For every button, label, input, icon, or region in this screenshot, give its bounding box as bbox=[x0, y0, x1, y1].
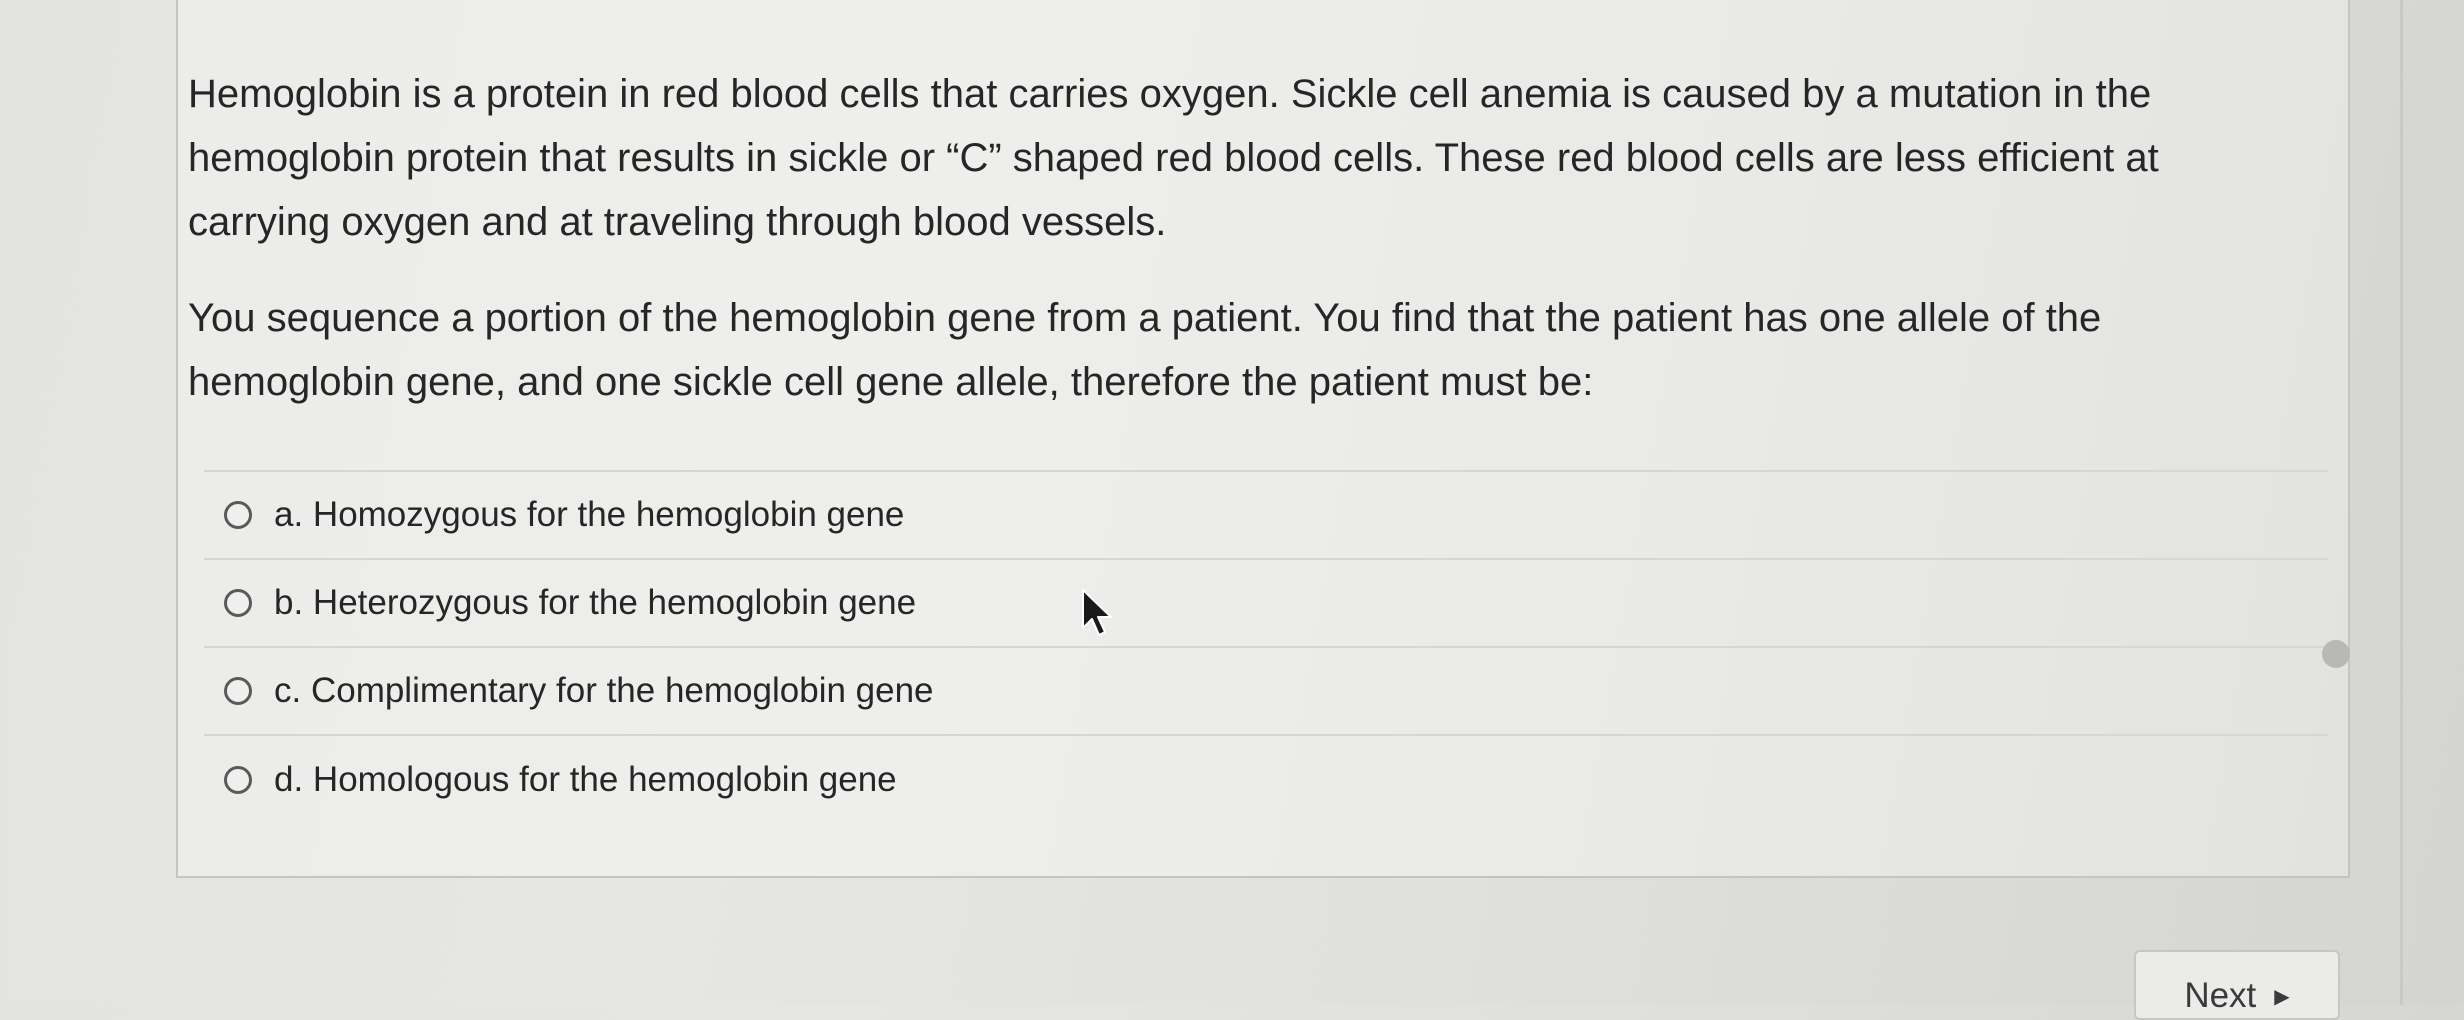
answer-label-a[interactable]: a. Homozygous for the hemoglobin gene bbox=[274, 495, 904, 535]
question-paragraph-2: You sequence a portion of the hemoglobin… bbox=[188, 296, 2102, 404]
next-button-label: Next bbox=[2184, 976, 2257, 1015]
answer-label-b[interactable]: b. Heterozygous for the hemoglobin gene bbox=[274, 583, 916, 623]
answer-label-c[interactable]: c. Complimentary for the hemoglobin gene bbox=[274, 671, 934, 711]
page-edge-divider bbox=[2400, 0, 2403, 1005]
answer-label-d[interactable]: d. Homologous for the hemoglobin gene bbox=[274, 760, 897, 800]
answer-option-c[interactable]: c. Complimentary for the hemoglobin gene bbox=[204, 648, 2328, 736]
answer-option-d[interactable]: d. Homologous for the hemoglobin gene bbox=[204, 736, 2328, 824]
next-button[interactable]: Next ▶ bbox=[2134, 950, 2340, 1020]
scroll-indicator[interactable] bbox=[2322, 640, 2350, 668]
radio-button-c[interactable] bbox=[224, 677, 252, 705]
radio-button-a[interactable] bbox=[224, 501, 252, 529]
radio-button-d[interactable] bbox=[224, 766, 252, 794]
answer-option-a[interactable]: a. Homozygous for the hemoglobin gene bbox=[204, 472, 2328, 560]
mouse-pointer-icon bbox=[1082, 589, 1112, 636]
triangle-right-icon: ▶ bbox=[2274, 986, 2290, 1008]
answer-option-b[interactable]: b. Heterozygous for the hemoglobin gene bbox=[204, 560, 2328, 648]
question-paragraph-1: Hemoglobin is a protein in red blood cel… bbox=[188, 72, 2159, 244]
answer-list: a. Homozygous for the hemoglobin gene b.… bbox=[204, 470, 2328, 824]
question-text: Hemoglobin is a protein in red blood cel… bbox=[188, 62, 2308, 414]
radio-button-b[interactable] bbox=[224, 589, 252, 617]
